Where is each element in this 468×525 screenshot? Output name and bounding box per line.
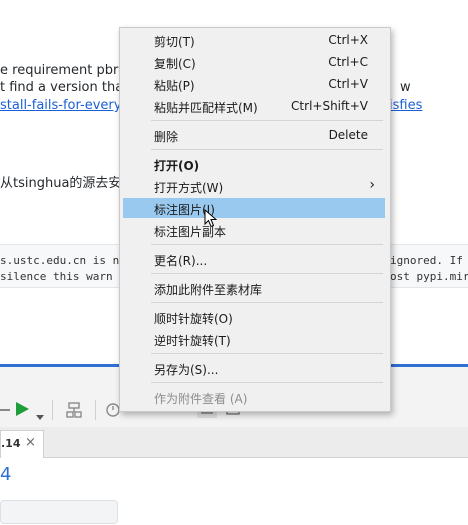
- doc-link[interactable]: stall-fails-for-every-: [0, 98, 126, 113]
- menu-item-annotate-image[interactable]: 标注图片(I): [123, 198, 385, 218]
- menu-item-shortcut: Ctrl+C: [328, 55, 368, 69]
- play-icon: [16, 402, 29, 416]
- code-line-fragment: ignored. If: [390, 254, 463, 267]
- code-line: s.ustc.edu.cn is n: [0, 254, 120, 267]
- run-button[interactable]: [14, 401, 30, 421]
- tab-bar: [0, 427, 468, 458]
- menu-separator: [151, 273, 383, 274]
- menu-item-annotate-image-copy[interactable]: 标注图片副本: [123, 220, 385, 240]
- menu-item-label: 复制(C): [154, 57, 196, 71]
- hierarchy-icon: [66, 402, 82, 418]
- doc-link-fragment[interactable]: isfies: [389, 98, 422, 113]
- menu-item-shortcut: Delete: [328, 128, 368, 142]
- context-menu: 剪切(T) Ctrl+X 复制(C) Ctrl+C 粘贴(P) Ctrl+V 粘…: [119, 27, 391, 412]
- close-icon[interactable]: ×: [25, 435, 36, 450]
- menu-item-label: 粘贴并匹配样式(M): [154, 101, 258, 115]
- code-line: silence this warn: [0, 270, 113, 283]
- code-line-fragment: ost pypi.mir: [390, 270, 468, 283]
- menu-item-save-as[interactable]: 另存为(S)...: [123, 358, 385, 378]
- menu-item-label: 粘贴(P): [154, 79, 195, 93]
- menu-item-paste-match-style[interactable]: 粘贴并匹配样式(M) Ctrl+Shift+V: [123, 96, 385, 116]
- menu-item-shortcut: Ctrl+X: [328, 33, 368, 47]
- menu-separator: [151, 244, 383, 245]
- menu-item-view-as-attachment: 作为附件查看 (A): [123, 387, 385, 407]
- doc-text-fragment: w: [400, 80, 411, 95]
- editor-input-area[interactable]: [0, 500, 118, 524]
- menu-item-rotate-counterclockwise[interactable]: 逆时针旋转(T): [123, 329, 385, 349]
- menu-item-add-to-library[interactable]: 添加此附件至素材库: [123, 278, 385, 298]
- menu-separator: [151, 382, 383, 383]
- toolbar-separator: [95, 400, 96, 420]
- toolbar-separator: [52, 400, 53, 420]
- menu-item-label: 剪切(T): [154, 35, 195, 49]
- menu-separator: [151, 149, 383, 150]
- clock-icon: [106, 403, 120, 417]
- menu-item-open[interactable]: 打开(O): [123, 154, 385, 174]
- doc-text-line: e requirement pbr (: [0, 63, 128, 78]
- menu-item-label: 作为附件查看 (A): [154, 392, 248, 406]
- chevron-down-icon: [36, 415, 44, 420]
- toolbar-divider: [0, 409, 10, 411]
- hierarchy-button[interactable]: [66, 402, 82, 422]
- menu-item-open-with[interactable]: 打开方式(W) ›: [123, 176, 385, 196]
- run-dropdown-button[interactable]: [36, 406, 44, 425]
- menu-item-label: 添加此附件至素材库: [154, 283, 263, 297]
- menu-item-label: 删除: [154, 130, 179, 144]
- menu-separator: [151, 353, 383, 354]
- editor-tab[interactable]: .14 ×: [0, 430, 44, 458]
- menu-item-delete[interactable]: 删除 Delete: [123, 125, 385, 145]
- menu-item-rotate-clockwise[interactable]: 顺时针旋转(O): [123, 307, 385, 327]
- menu-item-label: 打开方式(W): [154, 181, 224, 195]
- menu-separator: [151, 120, 383, 121]
- doc-text-line: t find a version that: [0, 80, 129, 95]
- menu-item-label: 打开(O): [154, 159, 200, 173]
- cursor-arrow-icon: [204, 208, 218, 228]
- menu-item-label: 另存为(S)...: [154, 363, 219, 377]
- menu-item-cut[interactable]: 剪切(T) Ctrl+X: [123, 30, 385, 50]
- menu-item-rename[interactable]: 更名(R)...: [123, 249, 385, 269]
- menu-item-shortcut: Ctrl+Shift+V: [291, 99, 368, 113]
- menu-item-label: 逆时针旋转(T): [154, 334, 231, 348]
- chevron-right-icon: ›: [369, 177, 375, 193]
- menu-item-label: 顺时针旋转(O): [154, 312, 233, 326]
- menu-item-label: 更名(R)...: [154, 254, 208, 268]
- editor-content-value: 4: [0, 464, 12, 485]
- menu-item-shortcut: Ctrl+V: [328, 77, 368, 91]
- tab-label: .14: [1, 437, 21, 450]
- menu-item-paste[interactable]: 粘贴(P) Ctrl+V: [123, 74, 385, 94]
- menu-item-copy[interactable]: 复制(C) Ctrl+C: [123, 52, 385, 72]
- doc-text-line: 从tsinghua的源去安装: [0, 176, 135, 191]
- history-button[interactable]: [106, 402, 120, 422]
- menu-separator: [151, 302, 383, 303]
- mouse-cursor: [204, 208, 218, 232]
